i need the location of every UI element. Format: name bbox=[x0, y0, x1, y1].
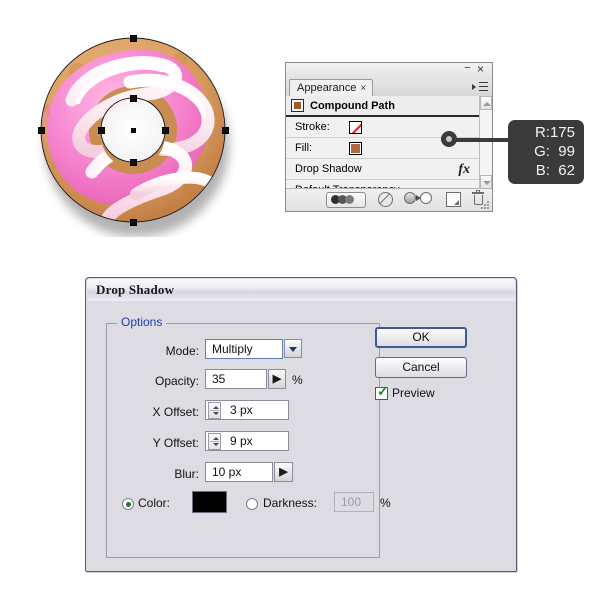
chevron-down-icon[interactable] bbox=[284, 339, 302, 358]
options-legend: Options bbox=[117, 315, 167, 329]
rgb-red-value: R:175 bbox=[534, 124, 575, 141]
drop-shadow-label: Drop Shadow bbox=[295, 163, 362, 175]
minimize-icon[interactable]: − bbox=[463, 63, 472, 74]
anchor-point[interactable] bbox=[130, 35, 137, 42]
darkness-value: 100 bbox=[341, 495, 362, 509]
preview-label: Preview bbox=[392, 386, 435, 400]
preview-checkbox[interactable]: ✓ bbox=[375, 383, 389, 400]
y-offset-label: Y Offset: bbox=[152, 436, 199, 450]
scroll-up-icon[interactable] bbox=[480, 96, 492, 110]
anchor-point[interactable] bbox=[130, 219, 137, 226]
anchor-point[interactable] bbox=[130, 95, 137, 102]
duplicate-item-icon[interactable] bbox=[404, 192, 432, 205]
opacity-popup-button[interactable]: ▶ bbox=[268, 369, 286, 389]
drop-shadow-dialog[interactable]: Drop Shadow Options Mode: Multiply Opaci… bbox=[85, 277, 517, 572]
anchor-point[interactable] bbox=[162, 127, 169, 134]
opacity-unit: % bbox=[292, 373, 303, 387]
y-offset-stepper[interactable] bbox=[208, 432, 221, 450]
x-offset-stepper[interactable] bbox=[208, 401, 221, 419]
fill-color-swatch[interactable] bbox=[349, 142, 362, 155]
center-point bbox=[131, 128, 136, 133]
opacity-button[interactable] bbox=[326, 192, 366, 208]
fill-label: Fill: bbox=[295, 142, 313, 154]
opacity-label: Opacity: bbox=[154, 374, 199, 388]
appearance-row-drop-shadow[interactable]: Drop Shadow fx bbox=[286, 159, 492, 180]
close-icon[interactable]: × bbox=[475, 63, 486, 75]
panel-menu-icon[interactable] bbox=[472, 81, 488, 94]
rgb-green-value: G: 99 bbox=[534, 143, 575, 160]
dialog-title-bar[interactable]: Drop Shadow bbox=[87, 279, 515, 302]
donut-illustration[interactable] bbox=[20, 22, 250, 237]
shadow-color-swatch[interactable] bbox=[192, 491, 227, 513]
dialog-body: Options Mode: Multiply Opacity: 35 ▶ % X… bbox=[87, 301, 515, 570]
opacity-value: 35 bbox=[212, 372, 226, 386]
darkness-radio[interactable] bbox=[246, 498, 258, 510]
clear-appearance-icon[interactable] bbox=[378, 192, 393, 207]
mode-label: Mode: bbox=[165, 344, 199, 358]
fx-icon[interactable]: fx bbox=[458, 159, 470, 180]
panel-scrollbar[interactable] bbox=[479, 96, 492, 189]
cancel-button[interactable]: Cancel bbox=[375, 357, 467, 378]
y-offset-value: 9 px bbox=[230, 434, 253, 448]
color-label: Color: bbox=[138, 496, 171, 510]
dialog-title: Drop Shadow bbox=[96, 282, 175, 297]
checkmark-icon: ✓ bbox=[377, 383, 389, 399]
opacity-input[interactable]: 35 bbox=[205, 369, 267, 389]
x-offset-value: 3 px bbox=[230, 403, 253, 417]
appearance-row-compound-path[interactable]: Compound Path bbox=[286, 96, 492, 117]
tab-close-icon[interactable]: × bbox=[360, 83, 366, 94]
mode-value: Multiply bbox=[212, 342, 253, 356]
scroll-down-icon[interactable] bbox=[480, 175, 492, 189]
stroke-label: Stroke: bbox=[295, 121, 330, 133]
anchor-point[interactable] bbox=[222, 127, 229, 134]
appearance-row-stroke[interactable]: Stroke: bbox=[286, 117, 492, 138]
callout-anchor-dot bbox=[441, 131, 457, 147]
x-offset-label: X Offset: bbox=[152, 405, 199, 419]
resize-grip-icon[interactable] bbox=[481, 201, 490, 209]
darkness-label: Darkness: bbox=[263, 496, 318, 510]
anchor-point[interactable] bbox=[98, 127, 105, 134]
stroke-color-swatch[interactable] bbox=[349, 121, 362, 134]
darkness-input[interactable]: 100 bbox=[334, 492, 374, 512]
rgb-value-callout: R:175 G: 99 B: 62 bbox=[508, 120, 584, 184]
ok-button[interactable]: OK bbox=[375, 327, 467, 348]
tab-appearance[interactable]: Appearance × bbox=[289, 79, 374, 96]
panel-bottom-toolbar bbox=[286, 188, 492, 211]
blur-popup-button[interactable]: ▶ bbox=[274, 462, 293, 482]
panel-tab-row: Appearance × bbox=[286, 79, 492, 97]
blur-input[interactable]: 10 px bbox=[205, 462, 273, 482]
rgb-blue-value: B: 62 bbox=[535, 162, 575, 179]
appearance-row-label: Compound Path bbox=[310, 100, 395, 112]
darkness-unit: % bbox=[380, 496, 391, 510]
appearance-item-list[interactable]: Compound Path Stroke: Fill: Drop Shadow … bbox=[286, 96, 492, 201]
mode-select[interactable]: Multiply bbox=[205, 339, 283, 359]
anchor-point[interactable] bbox=[130, 159, 137, 166]
tab-appearance-label: Appearance bbox=[297, 82, 357, 94]
blur-value: 10 px bbox=[212, 465, 242, 479]
callout-line bbox=[455, 137, 511, 142]
target-indicator-icon bbox=[291, 98, 304, 112]
new-art-basic-appearance-icon[interactable] bbox=[446, 192, 461, 207]
anchor-point[interactable] bbox=[38, 127, 45, 134]
blur-label: Blur: bbox=[174, 467, 199, 481]
color-radio[interactable] bbox=[122, 498, 134, 510]
